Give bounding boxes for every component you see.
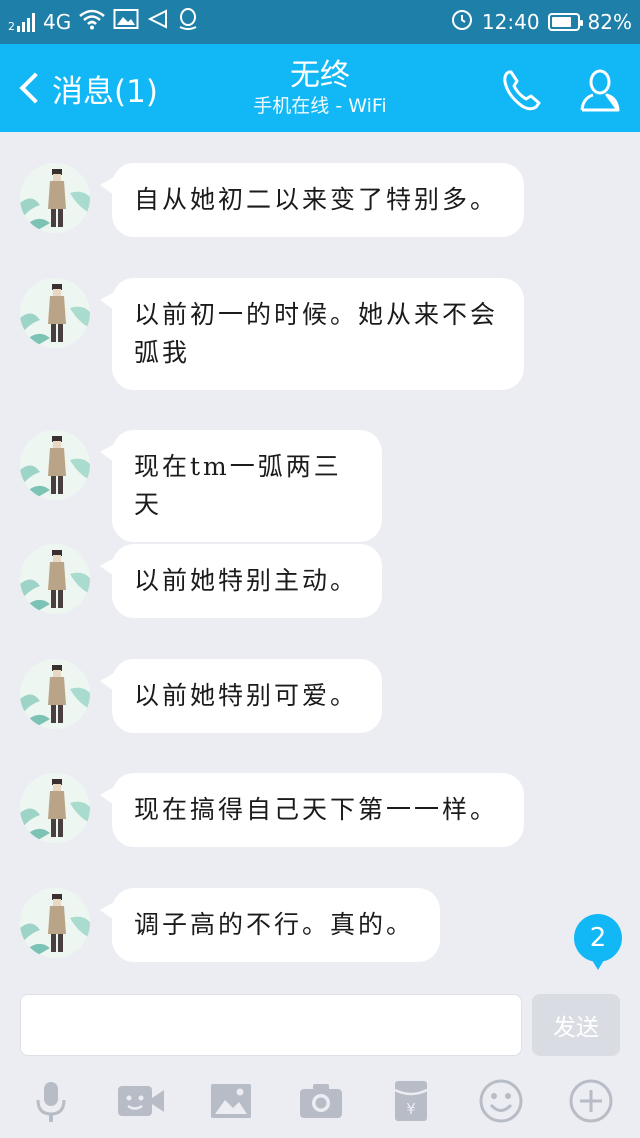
video-call-button[interactable] bbox=[116, 1076, 166, 1126]
message-row: 调子高的不行。真的。 bbox=[20, 888, 440, 962]
message-row: 现在tm一弧两三天 bbox=[20, 430, 382, 542]
image-button[interactable] bbox=[206, 1076, 256, 1126]
chat-header: 消息(1) 无终 手机在线 - WiFi bbox=[0, 44, 640, 132]
battery-icon bbox=[547, 13, 583, 31]
svg-text:¥: ¥ bbox=[406, 1100, 416, 1118]
contact-name: 无终 bbox=[290, 58, 350, 93]
message-list[interactable]: 自从她初二以来变了特别多。 以前初一的时候。她从来不会 弧我 现在tm一弧两三天… bbox=[0, 132, 640, 984]
voice-button[interactable] bbox=[26, 1076, 76, 1126]
status-bar: 2 4G 12:40 82% bbox=[0, 0, 640, 44]
contact-info[interactable]: 无终 手机在线 - WiFi bbox=[170, 58, 470, 118]
signal-icon: 2 bbox=[8, 12, 35, 32]
message-input[interactable] bbox=[20, 994, 522, 1056]
chevron-left-icon bbox=[19, 72, 51, 104]
avatar[interactable] bbox=[20, 888, 90, 958]
avatar[interactable] bbox=[20, 544, 90, 614]
more-options-button[interactable] bbox=[566, 1076, 616, 1126]
phone-icon bbox=[503, 70, 541, 111]
image-icon bbox=[211, 1084, 251, 1118]
wifi-icon bbox=[79, 8, 106, 36]
input-area: 发送 ¥ bbox=[0, 984, 640, 1138]
message-row: 自从她初二以来变了特别多。 bbox=[20, 163, 524, 237]
message-bubble[interactable]: 现在tm一弧两三天 bbox=[100, 430, 382, 542]
battery-percent: 82% bbox=[587, 10, 632, 34]
alarm-icon bbox=[450, 7, 474, 37]
contact-profile-button[interactable] bbox=[576, 66, 624, 114]
avatar[interactable] bbox=[20, 278, 90, 348]
avatar[interactable] bbox=[20, 773, 90, 843]
sim-slot-label: 2 bbox=[8, 20, 15, 33]
network-type: 4G bbox=[43, 10, 72, 34]
message-row: 以前她特别主动。 bbox=[20, 544, 382, 618]
clock: 12:40 bbox=[481, 10, 540, 34]
avatar[interactable] bbox=[20, 163, 90, 233]
input-toolbar: ¥ bbox=[0, 1072, 640, 1132]
qq-notification-icon bbox=[177, 7, 199, 37]
avatar[interactable] bbox=[20, 659, 90, 729]
message-bubble[interactable]: 调子高的不行。真的。 bbox=[100, 888, 440, 962]
message-row: 现在搞得自己天下第一一样。 bbox=[20, 773, 524, 847]
message-row: 以前她特别可爱。 bbox=[20, 659, 382, 733]
message-row: 以前初一的时候。她从来不会 弧我 bbox=[20, 278, 524, 390]
microphone-icon bbox=[36, 1082, 66, 1122]
send-button[interactable]: 发送 bbox=[532, 994, 620, 1056]
red-envelope-button[interactable]: ¥ bbox=[386, 1076, 436, 1126]
message-bubble[interactable]: 自从她初二以来变了特别多。 bbox=[100, 163, 524, 237]
emoji-icon bbox=[479, 1079, 523, 1123]
back-button-label: 消息(1) bbox=[52, 73, 158, 110]
message-bubble[interactable]: 以前初一的时候。她从来不会 弧我 bbox=[100, 278, 524, 390]
red-envelope-icon: ¥ bbox=[394, 1081, 428, 1121]
gallery-notification-icon bbox=[113, 8, 139, 36]
camera-button[interactable] bbox=[296, 1076, 346, 1126]
back-button[interactable]: 消息(1) bbox=[16, 64, 158, 112]
message-bubble[interactable]: 以前她特别可爱。 bbox=[100, 659, 382, 733]
plus-icon bbox=[569, 1079, 613, 1123]
message-bubble[interactable]: 以前她特别主动。 bbox=[100, 544, 382, 618]
camera-icon bbox=[300, 1084, 342, 1118]
video-icon bbox=[118, 1086, 164, 1116]
avatar[interactable] bbox=[20, 430, 90, 500]
phone-call-button[interactable] bbox=[498, 66, 546, 114]
contact-status: 手机在线 - WiFi bbox=[253, 95, 387, 117]
user-icon bbox=[580, 69, 620, 112]
message-bubble[interactable]: 现在搞得自己天下第一一样。 bbox=[100, 773, 524, 847]
emoji-button[interactable] bbox=[476, 1076, 526, 1126]
notification-flag-icon bbox=[147, 8, 169, 36]
unread-count-badge[interactable]: 2 bbox=[574, 914, 622, 970]
